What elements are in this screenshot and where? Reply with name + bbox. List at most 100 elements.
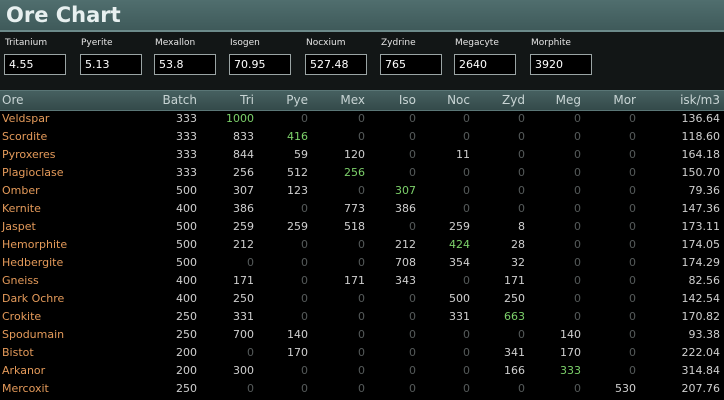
mineral-pyerite: Pyerite 5.13 bbox=[80, 38, 142, 75]
table-row[interactable]: Plagioclase 333 256 512 256 0 0 0 0 0 150.70 bbox=[0, 164, 724, 182]
zydrine-price-input[interactable]: 765 bbox=[380, 54, 442, 75]
table-row[interactable]: Gneiss 400 171 0 171 343 0 171 0 0 82.56 bbox=[0, 272, 724, 290]
cell-mex: 0 bbox=[358, 310, 365, 323]
column-header-isk-m3[interactable]: isk/m3 bbox=[640, 91, 720, 110]
ore-name: Hemorphite bbox=[2, 238, 68, 251]
cell-meg: 333 bbox=[560, 364, 581, 377]
ore-name: Dark Ochre bbox=[2, 292, 65, 305]
cell-isk-m3: 164.18 bbox=[681, 148, 721, 161]
cell-zyd: 663 bbox=[504, 310, 525, 323]
pyerite-price-input[interactable]: 5.13 bbox=[80, 54, 142, 75]
cell-pye: 0 bbox=[301, 274, 308, 287]
table-row[interactable]: Veldspar 333 1000 0 0 0 0 0 0 0 136.64 bbox=[0, 110, 724, 128]
cell-tri: 171 bbox=[233, 274, 254, 287]
cell-mex: 0 bbox=[358, 382, 365, 395]
table-row[interactable]: Bistot 200 0 170 0 0 0 341 170 0 222.04 bbox=[0, 344, 724, 362]
cell-meg: 0 bbox=[574, 112, 581, 125]
cell-mex: 0 bbox=[358, 184, 365, 197]
cell-mor: 0 bbox=[629, 220, 636, 233]
cell-iso: 0 bbox=[409, 328, 416, 341]
mineral-label: Zydrine bbox=[381, 38, 416, 48]
cell-pye: 170 bbox=[287, 346, 308, 359]
window-title: Ore Chart bbox=[6, 3, 121, 27]
cell-noc: 0 bbox=[463, 112, 470, 125]
column-header-iso[interactable]: Iso bbox=[362, 91, 416, 110]
mineral-megacyte: Megacyte 2640 bbox=[454, 38, 516, 75]
cell-tri: 0 bbox=[247, 256, 254, 269]
column-header-mex[interactable]: Mex bbox=[310, 91, 365, 110]
cell-zyd: 0 bbox=[518, 112, 525, 125]
table-row[interactable]: Crokite 250 331 0 0 0 331 663 0 0 170.82 bbox=[0, 308, 724, 326]
table-row[interactable]: Dark Ochre 400 250 0 0 0 500 250 0 0 142.54 bbox=[0, 290, 724, 308]
cell-iso: 0 bbox=[409, 382, 416, 395]
cell-noc: 0 bbox=[463, 274, 470, 287]
table-row[interactable]: Arkanor 200 300 0 0 0 0 166 333 0 314.84 bbox=[0, 362, 724, 380]
cell-mex: 171 bbox=[344, 274, 365, 287]
cell-tri: 212 bbox=[233, 238, 254, 251]
nocxium-price-input[interactable]: 527.48 bbox=[305, 54, 367, 75]
table-row[interactable]: Hemorphite 500 212 0 0 212 424 28 0 0 174.05 bbox=[0, 236, 724, 254]
mexallon-price-input[interactable]: 53.8 bbox=[154, 54, 216, 75]
table-row[interactable]: Jaspet 500 259 259 518 0 259 8 0 0 173.11 bbox=[0, 218, 724, 236]
column-header-mor[interactable]: Mor bbox=[580, 91, 636, 110]
table-row[interactable]: Kernite 400 386 0 773 386 0 0 0 0 147.36 bbox=[0, 200, 724, 218]
tritanium-price-input[interactable]: 4.55 bbox=[4, 54, 66, 75]
table-row[interactable]: Spodumain 250 700 140 0 0 0 0 140 0 93.38 bbox=[0, 326, 724, 344]
cell-meg: 0 bbox=[574, 184, 581, 197]
cell-mor: 0 bbox=[629, 148, 636, 161]
table-row[interactable]: Omber 500 307 123 0 307 0 0 0 0 79.36 bbox=[0, 182, 724, 200]
cell-zyd: 0 bbox=[518, 148, 525, 161]
ore-name: Jaspet bbox=[2, 220, 36, 233]
morphite-price-input[interactable]: 3920 bbox=[530, 54, 592, 75]
cell-meg: 0 bbox=[574, 292, 581, 305]
column-header-noc[interactable]: Noc bbox=[416, 91, 470, 110]
ore-name: Scordite bbox=[2, 130, 48, 143]
cell-tri: 0 bbox=[247, 382, 254, 395]
cell-isk-m3: 207.76 bbox=[681, 382, 721, 395]
cell-mor: 0 bbox=[629, 364, 636, 377]
cell-isk-m3: 314.84 bbox=[681, 364, 721, 377]
column-header-ore[interactable]: Ore bbox=[2, 91, 122, 110]
cell-isk-m3: 136.64 bbox=[681, 112, 721, 125]
column-header-batch[interactable]: Batch bbox=[140, 91, 198, 110]
table-row[interactable]: Scordite 333 833 416 0 0 0 0 0 0 118.60 bbox=[0, 128, 724, 146]
cell-isk-m3: 174.05 bbox=[681, 238, 721, 251]
cell-meg: 0 bbox=[574, 238, 581, 251]
cell-batch: 200 bbox=[176, 364, 197, 377]
cell-mor: 0 bbox=[629, 292, 636, 305]
column-header-tri[interactable]: Tri bbox=[200, 91, 254, 110]
column-header-meg[interactable]: Meg bbox=[525, 91, 581, 110]
cell-mex: 773 bbox=[344, 202, 365, 215]
cell-mex: 0 bbox=[358, 364, 365, 377]
cell-mor: 0 bbox=[629, 256, 636, 269]
cell-batch: 400 bbox=[176, 274, 197, 287]
cell-meg: 0 bbox=[574, 166, 581, 179]
megacyte-price-input[interactable]: 2640 bbox=[454, 54, 516, 75]
cell-mor: 0 bbox=[629, 202, 636, 215]
cell-mex: 0 bbox=[358, 292, 365, 305]
cell-mex: 0 bbox=[358, 328, 365, 341]
cell-tri: 844 bbox=[233, 148, 254, 161]
isogen-price-input[interactable]: 70.95 bbox=[229, 54, 291, 75]
cell-noc: 424 bbox=[449, 238, 470, 251]
cell-pye: 512 bbox=[287, 166, 308, 179]
ore-name: Kernite bbox=[2, 202, 41, 215]
cell-tri: 386 bbox=[233, 202, 254, 215]
mineral-label: Tritanium bbox=[5, 38, 48, 48]
cell-iso: 0 bbox=[409, 346, 416, 359]
cell-batch: 333 bbox=[176, 148, 197, 161]
cell-mor: 0 bbox=[629, 112, 636, 125]
cell-isk-m3: 142.54 bbox=[681, 292, 721, 305]
column-header-zyd[interactable]: Zyd bbox=[470, 91, 525, 110]
table-row[interactable]: Pyroxeres 333 844 59 120 0 11 0 0 0 164.18 bbox=[0, 146, 724, 164]
cell-noc: 0 bbox=[463, 382, 470, 395]
mineral-isogen: Isogen 70.95 bbox=[229, 38, 291, 75]
table-row[interactable]: Mercoxit 250 0 0 0 0 0 0 0 530 207.76 bbox=[0, 380, 724, 398]
column-header-pye[interactable]: Pye bbox=[254, 91, 308, 110]
cell-meg: 0 bbox=[574, 274, 581, 287]
cell-zyd: 32 bbox=[511, 256, 525, 269]
mineral-label: Pyerite bbox=[81, 38, 113, 48]
cell-iso: 343 bbox=[395, 274, 416, 287]
table-row[interactable]: Hedbergite 500 0 0 0 708 354 32 0 0 174.29 bbox=[0, 254, 724, 272]
ore-name: Plagioclase bbox=[2, 166, 64, 179]
